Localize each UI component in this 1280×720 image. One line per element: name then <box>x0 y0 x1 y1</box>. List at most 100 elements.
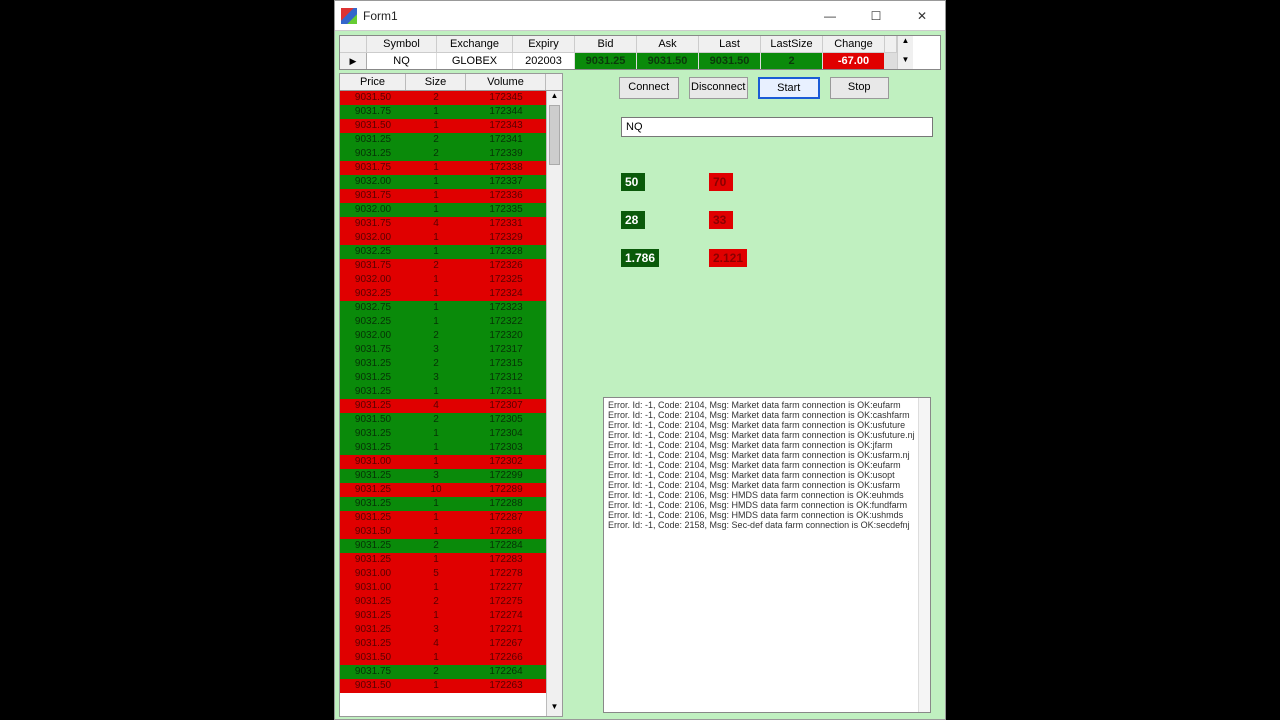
log-line: Error. Id: -1, Code: 2104, Msg: Market d… <box>608 440 926 450</box>
tick-row[interactable]: 9031.501172263 <box>340 679 562 693</box>
tick-row[interactable]: 9031.005172278 <box>340 567 562 581</box>
tick-row[interactable]: 9031.251172288 <box>340 497 562 511</box>
stat-up-vol: 28 <box>621 211 645 229</box>
col-ask[interactable]: Ask <box>637 36 699 53</box>
tick-row[interactable]: 9031.001172277 <box>340 581 562 595</box>
tick-row[interactable]: 9032.001172329 <box>340 231 562 245</box>
cell-bid[interactable]: 9031.25 <box>575 53 637 69</box>
tick-row[interactable]: 9032.251172322 <box>340 315 562 329</box>
maximize-button[interactable]: ☐ <box>853 1 899 31</box>
close-button[interactable]: ✕ <box>899 1 945 31</box>
tick-row[interactable]: 9031.501172286 <box>340 525 562 539</box>
tick-row[interactable]: 9031.752172264 <box>340 665 562 679</box>
tick-row[interactable]: 9031.751172336 <box>340 189 562 203</box>
tick-header: Price Size Volume <box>339 73 563 91</box>
log-panel[interactable]: Error. Id: -1, Code: 2104, Msg: Market d… <box>603 397 931 713</box>
tick-row[interactable]: 9031.251172311 <box>340 385 562 399</box>
stat-down-vol: 33 <box>709 211 733 229</box>
tick-row[interactable]: 9031.253172299 <box>340 469 562 483</box>
log-line: Error. Id: -1, Code: 2104, Msg: Market d… <box>608 430 926 440</box>
tick-row[interactable]: 9031.251172287 <box>340 511 562 525</box>
col-expiry[interactable]: Expiry <box>513 36 575 53</box>
col-bid[interactable]: Bid <box>575 36 637 53</box>
tick-row[interactable]: 9031.2510172289 <box>340 483 562 497</box>
col-exchange[interactable]: Exchange <box>437 36 513 53</box>
stats-grid: 50 70 28 33 1.786 2.121 <box>621 173 939 267</box>
cell-last[interactable]: 9031.50 <box>699 53 761 69</box>
log-line: Error. Id: -1, Code: 2104, Msg: Market d… <box>608 450 926 460</box>
tick-row[interactable]: 9031.254172267 <box>340 637 562 651</box>
app-icon <box>341 8 357 24</box>
start-button[interactable]: Start <box>758 77 820 99</box>
cell-symbol[interactable]: NQ <box>367 53 437 69</box>
tick-row[interactable]: 9031.252172339 <box>340 147 562 161</box>
col-lastsize[interactable]: LastSize <box>761 36 823 53</box>
tick-col-size[interactable]: Size <box>406 74 466 90</box>
titlebar: Form1 — ☐ ✕ <box>335 1 945 31</box>
cell-blank <box>885 53 897 69</box>
log-line: Error. Id: -1, Code: 2106, Msg: HMDS dat… <box>608 500 926 510</box>
tick-row[interactable]: 9031.254172307 <box>340 399 562 413</box>
col-change[interactable]: Change <box>823 36 885 53</box>
tick-row[interactable]: 9032.751172323 <box>340 301 562 315</box>
log-line: Error. Id: -1, Code: 2104, Msg: Market d… <box>608 420 926 430</box>
tick-row[interactable]: 9032.251172324 <box>340 287 562 301</box>
tick-row[interactable]: 9031.501172343 <box>340 119 562 133</box>
tick-row[interactable]: 9031.251172274 <box>340 609 562 623</box>
tick-row[interactable]: 9031.502172345 <box>340 91 562 105</box>
window-title: Form1 <box>363 9 807 23</box>
tick-row[interactable]: 9031.752172326 <box>340 259 562 273</box>
cell-change[interactable]: -67.00 <box>823 53 885 69</box>
summary-grid: Symbol Exchange Expiry Bid Ask Last Last… <box>339 35 941 70</box>
tick-row[interactable]: 9032.251172328 <box>340 245 562 259</box>
cell-expiry[interactable]: 202003 <box>513 53 575 69</box>
symbol-input[interactable] <box>621 117 933 137</box>
stat-down-count: 70 <box>709 173 733 191</box>
tick-panel: Price Size Volume 9031.5021723459031.751… <box>339 73 563 717</box>
tick-row[interactable]: 9031.251172303 <box>340 441 562 455</box>
tick-col-volume[interactable]: Volume <box>466 74 546 90</box>
summary-scrollbar[interactable]: ▲▼ <box>897 36 913 69</box>
tick-scrollbar[interactable]: ▲▼ <box>546 91 562 716</box>
tick-row[interactable]: 9031.251172283 <box>340 553 562 567</box>
cell-lastsize[interactable]: 2 <box>761 53 823 69</box>
tick-col-price[interactable]: Price <box>340 74 406 90</box>
stat-down-ratio: 2.121 <box>709 249 747 267</box>
connect-button[interactable]: Connect <box>619 77 679 99</box>
col-blank <box>885 36 897 53</box>
tick-row[interactable]: 9032.001172325 <box>340 273 562 287</box>
tick-row[interactable]: 9031.252172275 <box>340 595 562 609</box>
tick-row[interactable]: 9032.001172337 <box>340 175 562 189</box>
col-symbol[interactable]: Symbol <box>367 36 437 53</box>
log-line: Error. Id: -1, Code: 2104, Msg: Market d… <box>608 460 926 470</box>
tick-row[interactable]: 9031.252172315 <box>340 357 562 371</box>
tick-row[interactable]: 9031.253172312 <box>340 371 562 385</box>
tick-row[interactable]: 9031.754172331 <box>340 217 562 231</box>
col-last[interactable]: Last <box>699 36 761 53</box>
tick-row[interactable]: 9031.751172338 <box>340 161 562 175</box>
tick-row[interactable]: 9031.253172271 <box>340 623 562 637</box>
row-indicator[interactable]: ▶ <box>340 53 367 69</box>
tick-row[interactable]: 9031.751172344 <box>340 105 562 119</box>
tick-row[interactable]: 9031.502172305 <box>340 413 562 427</box>
tick-row[interactable]: 9031.252172341 <box>340 133 562 147</box>
tick-row[interactable]: 9031.001172302 <box>340 455 562 469</box>
disconnect-button[interactable]: Disconnect <box>689 77 749 99</box>
log-line: Error. Id: -1, Code: 2158, Msg: Sec-def … <box>608 520 926 530</box>
tick-row[interactable]: 9031.753172317 <box>340 343 562 357</box>
stop-button[interactable]: Stop <box>830 77 890 99</box>
tick-row[interactable]: 9031.252172284 <box>340 539 562 553</box>
cell-ask[interactable]: 9031.50 <box>637 53 699 69</box>
tick-body[interactable]: 9031.5021723459031.7511723449031.5011723… <box>339 91 563 717</box>
tick-row[interactable]: 9032.001172335 <box>340 203 562 217</box>
stat-up-count: 50 <box>621 173 645 191</box>
tick-row[interactable]: 9032.002172320 <box>340 329 562 343</box>
cell-exchange[interactable]: GLOBEX <box>437 53 513 69</box>
minimize-button[interactable]: — <box>807 1 853 31</box>
log-line: Error. Id: -1, Code: 2106, Msg: HMDS dat… <box>608 490 926 500</box>
log-line: Error. Id: -1, Code: 2104, Msg: Market d… <box>608 410 926 420</box>
tick-row[interactable]: 9031.501172266 <box>340 651 562 665</box>
app-window: Form1 — ☐ ✕ Symbol Exchange Expiry Bid A… <box>334 0 946 720</box>
tick-row[interactable]: 9031.251172304 <box>340 427 562 441</box>
log-scrollbar[interactable] <box>918 398 930 712</box>
